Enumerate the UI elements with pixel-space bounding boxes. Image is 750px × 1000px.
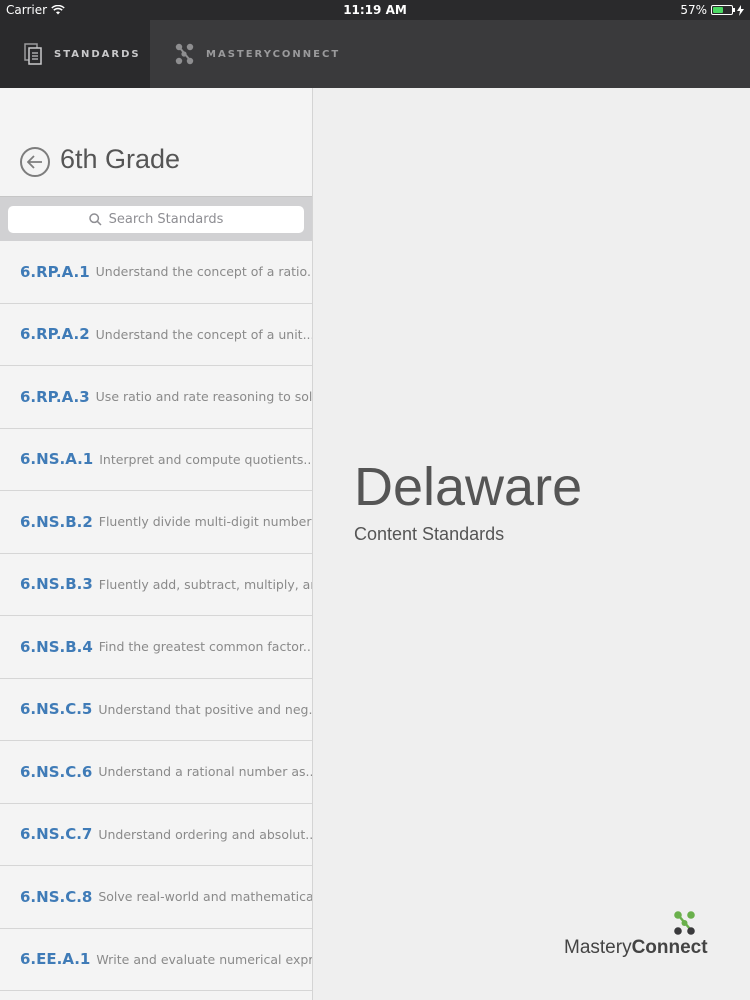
list-item[interactable]: 6.NS.C.8 Solve real-world and mathematica… bbox=[0, 866, 312, 929]
standard-description: Understand the concept of a unit... bbox=[95, 326, 312, 342]
list-item[interactable]: 6.RP.A.2 Understand the concept of a unit… bbox=[0, 304, 312, 366]
standard-code: 6.NS.A.1 bbox=[20, 450, 94, 469]
list-item[interactable]: 6.NS.C.6 Understand a rational number as.… bbox=[0, 741, 312, 804]
search-input[interactable]: Search Standards bbox=[8, 206, 304, 233]
standard-description: Find the greatest common factor... bbox=[98, 639, 312, 655]
back-button[interactable] bbox=[20, 147, 50, 177]
clock: 11:19 AM bbox=[343, 3, 407, 17]
standard-code: 6.NS.C.6 bbox=[20, 762, 93, 781]
search-bar: Search Standards bbox=[0, 196, 312, 241]
tab-standards[interactable]: STANDARDS bbox=[0, 20, 150, 88]
standard-code: 6.NS.B.3 bbox=[20, 575, 93, 594]
standard-code: 6.NS.B.4 bbox=[20, 637, 93, 656]
list-item[interactable]: 6.RP.A.1 Understand the concept of a rati… bbox=[0, 241, 312, 304]
standard-description: Understand the concept of a ratio... bbox=[95, 264, 312, 280]
standard-description: Fluently divide multi-digit numbers... bbox=[98, 514, 312, 530]
charging-icon bbox=[737, 4, 744, 16]
sidebar-header: 6th Grade bbox=[0, 88, 312, 196]
list-item[interactable]: 6.NS.A.1 Interpret and compute quotients.… bbox=[0, 429, 312, 491]
brand-wordmark: MasteryConnect bbox=[564, 937, 708, 959]
standard-description: Write and evaluate numerical expr... bbox=[96, 951, 312, 967]
masteryconnect-logo-icon bbox=[175, 43, 194, 65]
standard-description: Solve real-world and mathematical... bbox=[98, 889, 312, 905]
tab-standards-label: STANDARDS bbox=[54, 48, 141, 60]
list-item[interactable]: 6.RP.A.3 Use ratio and rate reasoning to … bbox=[0, 366, 312, 429]
standard-description: Understand ordering and absolut... bbox=[98, 826, 312, 842]
standard-code: 6.NS.B.2 bbox=[20, 512, 93, 531]
detail-pane: Delaware Content Standards MasteryConnec… bbox=[314, 88, 750, 1000]
standard-code: 6.RP.A.1 bbox=[20, 262, 90, 281]
battery-fill bbox=[713, 7, 724, 13]
standard-code: 6.RP.A.3 bbox=[20, 387, 90, 406]
masteryconnect-mark-icon bbox=[674, 911, 695, 935]
state-subtitle: Content Standards bbox=[354, 524, 505, 544]
list-item[interactable]: 6.NS.C.7 Understand ordering and absolut.… bbox=[0, 804, 312, 866]
brand-wordmark-part1: Mastery bbox=[564, 937, 632, 958]
state-title: Delaware bbox=[354, 457, 583, 517]
masteryconnect-logo: MasteryConnect bbox=[564, 910, 714, 962]
status-bar: Carrier 11:19 AM 57% bbox=[0, 0, 750, 20]
standard-description: Interpret and compute quotients... bbox=[99, 451, 312, 467]
brand-wordmark-part2: Connect bbox=[631, 937, 708, 958]
list-item[interactable]: 6.NS.B.2 Fluently divide multi-digit numb… bbox=[0, 491, 312, 554]
arrow-left-icon bbox=[27, 155, 42, 169]
standard-description: Understand that positive and neg... bbox=[98, 701, 312, 717]
standard-description: Use ratio and rate reasoning to sol... bbox=[95, 389, 312, 405]
tab-masteryconnect[interactable]: MASTERYCONNECT bbox=[150, 20, 350, 88]
battery-group: 57% bbox=[680, 3, 744, 17]
battery-percent: 57% bbox=[680, 3, 707, 17]
tab-masteryconnect-label: MASTERYCONNECT bbox=[206, 48, 341, 60]
document-icon bbox=[24, 43, 42, 65]
standard-description: Understand a rational number as... bbox=[98, 764, 312, 780]
standards-sidebar: 6th Grade Search Standards 6.RP.A.1 Under… bbox=[0, 88, 313, 1000]
list-item[interactable]: 6.NS.B.3 Fluently add, subtract, multiply… bbox=[0, 554, 312, 616]
search-placeholder: Search Standards bbox=[108, 212, 224, 227]
standard-code: 6.NS.C.7 bbox=[20, 825, 93, 844]
list-item[interactable]: 6.NS.B.4 Find the greatest common factor.… bbox=[0, 616, 312, 679]
top-tab-bar: STANDARDS MASTERYCONNECT bbox=[0, 20, 750, 88]
standard-code: 6.EE.A.1 bbox=[20, 950, 91, 969]
grade-title: 6th Grade bbox=[60, 144, 181, 174]
battery-icon bbox=[711, 5, 735, 15]
standard-description: Fluently add, subtract, multiply, an... bbox=[98, 576, 312, 592]
standards-list: 6.RP.A.1 Understand the concept of a rati… bbox=[0, 241, 312, 991]
standard-code: 6.NS.C.8 bbox=[20, 887, 93, 906]
standard-code: 6.RP.A.2 bbox=[20, 325, 90, 344]
search-icon bbox=[88, 213, 102, 226]
standard-code: 6.NS.C.5 bbox=[20, 700, 93, 719]
list-item[interactable]: 6.EE.A.1 Write and evaluate numerical exp… bbox=[0, 929, 312, 991]
list-item[interactable]: 6.NS.C.5 Understand that positive and neg… bbox=[0, 679, 312, 741]
